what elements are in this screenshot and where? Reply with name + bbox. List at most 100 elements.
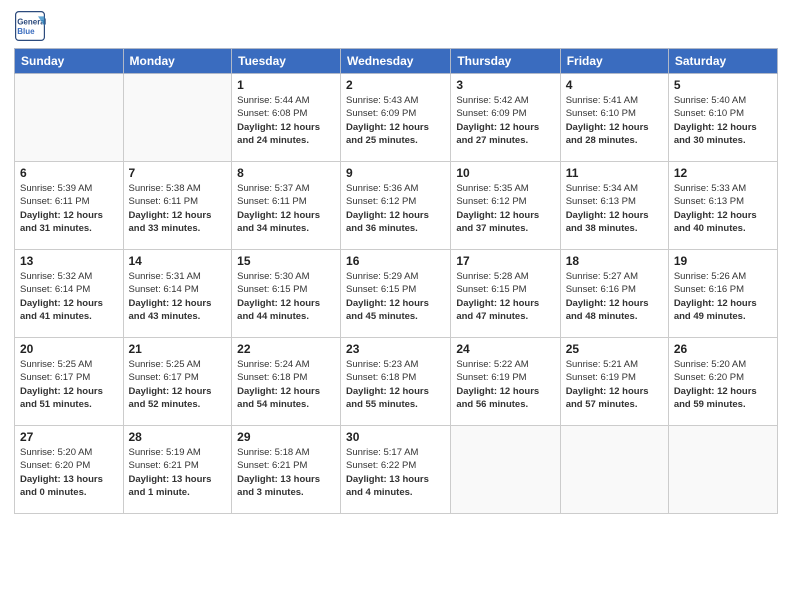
cell-daylight-info: Sunrise: 5:33 AMSunset: 6:13 PMDaylight:… xyxy=(674,182,772,235)
cell-daylight-info: Sunrise: 5:18 AMSunset: 6:21 PMDaylight:… xyxy=(237,446,335,499)
cell-daylight-info: Sunrise: 5:21 AMSunset: 6:19 PMDaylight:… xyxy=(566,358,663,411)
cell-date-number: 9 xyxy=(346,166,445,180)
cell-daylight-info: Sunrise: 5:25 AMSunset: 6:17 PMDaylight:… xyxy=(20,358,118,411)
calendar-cell: 1Sunrise: 5:44 AMSunset: 6:08 PMDaylight… xyxy=(232,74,341,162)
cell-date-number: 2 xyxy=(346,78,445,92)
calendar-cell: 14Sunrise: 5:31 AMSunset: 6:14 PMDayligh… xyxy=(123,250,232,338)
calendar-cell: 9Sunrise: 5:36 AMSunset: 6:12 PMDaylight… xyxy=(341,162,451,250)
cell-daylight-info: Sunrise: 5:29 AMSunset: 6:15 PMDaylight:… xyxy=(346,270,445,323)
cell-daylight-info: Sunrise: 5:28 AMSunset: 6:15 PMDaylight:… xyxy=(456,270,554,323)
cell-date-number: 6 xyxy=(20,166,118,180)
calendar-cell xyxy=(560,426,668,514)
calendar-cell: 27 Sunrise: 5:20 AMSunset: 6:20 PMDayligh… xyxy=(15,426,124,514)
page: General Blue Sunday Monday Tuesday Wedne… xyxy=(0,0,792,612)
calendar-table: Sunday Monday Tuesday Wednesday Thursday… xyxy=(14,48,778,514)
cell-date-number: 8 xyxy=(237,166,335,180)
calendar-week-row: 1Sunrise: 5:44 AMSunset: 6:08 PMDaylight… xyxy=(15,74,778,162)
calendar-cell xyxy=(668,426,777,514)
calendar-cell: 22 Sunrise: 5:24 AMSunset: 6:18 PMDayligh… xyxy=(232,338,341,426)
cell-daylight-info: Sunrise: 5:31 AMSunset: 6:14 PMDaylight:… xyxy=(129,270,227,323)
col-friday: Friday xyxy=(560,49,668,74)
cell-daylight-info: Sunrise: 5:40 AMSunset: 6:10 PMDaylight:… xyxy=(674,94,772,147)
cell-date-number: 7 xyxy=(129,166,227,180)
calendar-cell: 6 Sunrise: 5:39 AMSunset: 6:11 PMDaylight… xyxy=(15,162,124,250)
col-sunday: Sunday xyxy=(15,49,124,74)
calendar-cell: 16Sunrise: 5:29 AMSunset: 6:15 PMDayligh… xyxy=(341,250,451,338)
cell-daylight-info: Sunrise: 5:20 AMSunset: 6:20 PMDaylight:… xyxy=(674,358,772,411)
calendar-week-row: 13Sunrise: 5:32 AMSunset: 6:14 PMDayligh… xyxy=(15,250,778,338)
calendar-cell: 29 Sunrise: 5:18 AMSunset: 6:21 PMDayligh… xyxy=(232,426,341,514)
calendar-cell: 19 Sunrise: 5:26 AMSunset: 6:16 PMDayligh… xyxy=(668,250,777,338)
cell-date-number: 30 xyxy=(346,430,445,444)
cell-date-number: 3 xyxy=(456,78,554,92)
cell-date-number: 15 xyxy=(237,254,335,268)
cell-date-number: 13 xyxy=(20,254,118,268)
calendar-cell: 2 Sunrise: 5:43 AMSunset: 6:09 PMDaylight… xyxy=(341,74,451,162)
cell-daylight-info: Sunrise: 5:24 AMSunset: 6:18 PMDaylight:… xyxy=(237,358,335,411)
cell-date-number: 5 xyxy=(674,78,772,92)
cell-daylight-info: Sunrise: 5:37 AMSunset: 6:11 PMDaylight:… xyxy=(237,182,335,235)
cell-daylight-info: Sunrise: 5:20 AMSunset: 6:20 PMDaylight:… xyxy=(20,446,118,499)
cell-date-number: 12 xyxy=(674,166,772,180)
calendar-cell xyxy=(123,74,232,162)
cell-daylight-info: Sunrise: 5:42 AMSunset: 6:09 PMDaylight:… xyxy=(456,94,554,147)
cell-date-number: 21 xyxy=(129,342,227,356)
cell-date-number: 19 xyxy=(674,254,772,268)
cell-daylight-info: Sunrise: 5:26 AMSunset: 6:16 PMDaylight:… xyxy=(674,270,772,323)
cell-daylight-info: Sunrise: 5:35 AMSunset: 6:12 PMDaylight:… xyxy=(456,182,554,235)
cell-date-number: 27 xyxy=(20,430,118,444)
calendar-cell: 12 Sunrise: 5:33 AMSunset: 6:13 PMDayligh… xyxy=(668,162,777,250)
logo-icon: General Blue xyxy=(14,10,46,42)
cell-date-number: 1 xyxy=(237,78,335,92)
cell-date-number: 4 xyxy=(566,78,663,92)
calendar-week-row: 27 Sunrise: 5:20 AMSunset: 6:20 PMDayligh… xyxy=(15,426,778,514)
cell-date-number: 17 xyxy=(456,254,554,268)
weekday-header-row: Sunday Monday Tuesday Wednesday Thursday… xyxy=(15,49,778,74)
calendar-week-row: 6 Sunrise: 5:39 AMSunset: 6:11 PMDaylight… xyxy=(15,162,778,250)
calendar-cell: 25 Sunrise: 5:21 AMSunset: 6:19 PMDayligh… xyxy=(560,338,668,426)
cell-daylight-info: Sunrise: 5:39 AMSunset: 6:11 PMDaylight:… xyxy=(20,182,118,235)
cell-date-number: 18 xyxy=(566,254,663,268)
calendar-cell: 8 Sunrise: 5:37 AMSunset: 6:11 PMDaylight… xyxy=(232,162,341,250)
calendar-cell: 21 Sunrise: 5:25 AMSunset: 6:17 PMDayligh… xyxy=(123,338,232,426)
calendar-cell: 7Sunrise: 5:38 AMSunset: 6:11 PMDaylight… xyxy=(123,162,232,250)
cell-daylight-info: Sunrise: 5:34 AMSunset: 6:13 PMDaylight:… xyxy=(566,182,663,235)
cell-date-number: 22 xyxy=(237,342,335,356)
col-thursday: Thursday xyxy=(451,49,560,74)
calendar-cell: 30Sunrise: 5:17 AMSunset: 6:22 PMDayligh… xyxy=(341,426,451,514)
calendar-cell: 23 Sunrise: 5:23 AMSunset: 6:18 PMDayligh… xyxy=(341,338,451,426)
cell-date-number: 10 xyxy=(456,166,554,180)
cell-daylight-info: Sunrise: 5:22 AMSunset: 6:19 PMDaylight:… xyxy=(456,358,554,411)
cell-date-number: 26 xyxy=(674,342,772,356)
cell-date-number: 11 xyxy=(566,166,663,180)
calendar-cell: 18 Sunrise: 5:27 AMSunset: 6:16 PMDayligh… xyxy=(560,250,668,338)
col-wednesday: Wednesday xyxy=(341,49,451,74)
calendar-week-row: 20Sunrise: 5:25 AMSunset: 6:17 PMDayligh… xyxy=(15,338,778,426)
calendar-cell: 26 Sunrise: 5:20 AMSunset: 6:20 PMDayligh… xyxy=(668,338,777,426)
calendar-cell: 10 Sunrise: 5:35 AMSunset: 6:12 PMDayligh… xyxy=(451,162,560,250)
calendar-cell: 5 Sunrise: 5:40 AMSunset: 6:10 PMDaylight… xyxy=(668,74,777,162)
cell-daylight-info: Sunrise: 5:25 AMSunset: 6:17 PMDaylight:… xyxy=(129,358,227,411)
calendar-cell: 11 Sunrise: 5:34 AMSunset: 6:13 PMDayligh… xyxy=(560,162,668,250)
col-tuesday: Tuesday xyxy=(232,49,341,74)
cell-date-number: 23 xyxy=(346,342,445,356)
cell-daylight-info: Sunrise: 5:27 AMSunset: 6:16 PMDaylight:… xyxy=(566,270,663,323)
calendar-cell: 15 Sunrise: 5:30 AMSunset: 6:15 PMDayligh… xyxy=(232,250,341,338)
cell-date-number: 29 xyxy=(237,430,335,444)
calendar-cell: 24 Sunrise: 5:22 AMSunset: 6:19 PMDayligh… xyxy=(451,338,560,426)
cell-date-number: 24 xyxy=(456,342,554,356)
cell-daylight-info: Sunrise: 5:30 AMSunset: 6:15 PMDaylight:… xyxy=(237,270,335,323)
cell-date-number: 25 xyxy=(566,342,663,356)
cell-daylight-info: Sunrise: 5:19 AMSunset: 6:21 PMDaylight:… xyxy=(129,446,227,499)
calendar-cell: 28 Sunrise: 5:19 AMSunset: 6:21 PMDayligh… xyxy=(123,426,232,514)
cell-daylight-info: Sunrise: 5:23 AMSunset: 6:18 PMDaylight:… xyxy=(346,358,445,411)
calendar-cell: 20Sunrise: 5:25 AMSunset: 6:17 PMDayligh… xyxy=(15,338,124,426)
svg-text:Blue: Blue xyxy=(17,27,35,36)
cell-daylight-info: Sunrise: 5:43 AMSunset: 6:09 PMDaylight:… xyxy=(346,94,445,147)
calendar-cell: 4Sunrise: 5:41 AMSunset: 6:10 PMDaylight… xyxy=(560,74,668,162)
calendar-cell: 13Sunrise: 5:32 AMSunset: 6:14 PMDayligh… xyxy=(15,250,124,338)
header: General Blue xyxy=(14,10,778,42)
cell-date-number: 28 xyxy=(129,430,227,444)
logo: General Blue xyxy=(14,10,50,42)
calendar-cell: 17 Sunrise: 5:28 AMSunset: 6:15 PMDayligh… xyxy=(451,250,560,338)
